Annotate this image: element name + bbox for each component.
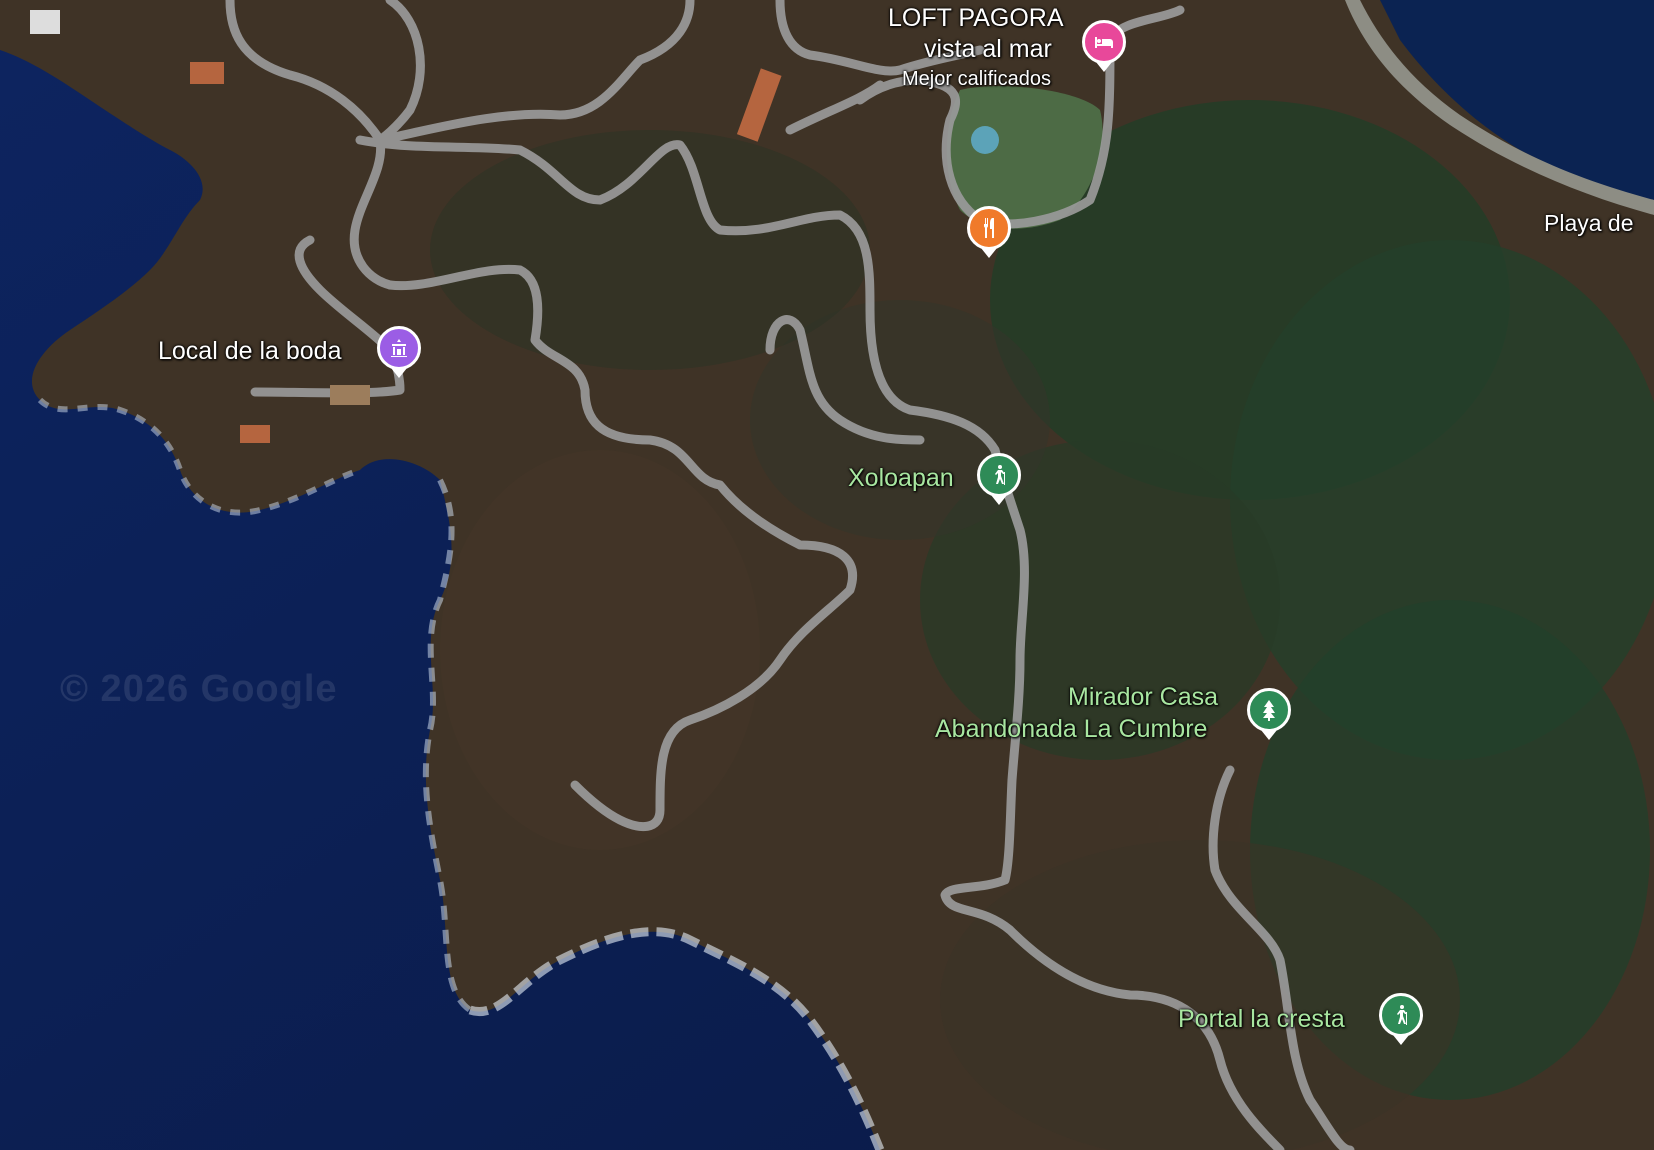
hiker-icon (1397, 1005, 1407, 1025)
hiker-icon (995, 465, 1005, 485)
map-watermark: © 2026 Google (60, 668, 338, 710)
xoloapan-label[interactable]: Xoloapan (848, 464, 954, 493)
loft-pagora-pin[interactable] (1082, 20, 1126, 64)
beach-label[interactable]: Playa de (1544, 210, 1634, 236)
bed-icon (1095, 37, 1113, 48)
loft-pagora-badge: Mejor calificados (902, 68, 1051, 90)
tree-icon (1263, 700, 1275, 721)
fork-knife-icon (984, 218, 994, 238)
map-canvas[interactable]: © 2026 Google LOFT PAGORA vista al mar M… (0, 0, 1654, 1150)
loft-pagora-label-line1[interactable]: LOFT PAGORA (888, 4, 1064, 33)
restaurant-pin[interactable] (967, 206, 1011, 250)
portal-la-cresta-label[interactable]: Portal la cresta (1178, 1005, 1345, 1034)
mirador-label-line1[interactable]: Mirador Casa (1068, 683, 1218, 712)
loft-pagora-label-line2[interactable]: vista al mar (924, 35, 1052, 64)
portal-la-cresta-pin[interactable] (1379, 993, 1423, 1037)
mirador-label-line2[interactable]: Abandonada La Cumbre (935, 715, 1207, 744)
satellite-imagery (0, 0, 1654, 1150)
wedding-venue-pin[interactable] (377, 326, 421, 370)
mirador-pin[interactable] (1247, 688, 1291, 732)
venue-icon (391, 339, 407, 357)
xoloapan-pin[interactable] (977, 453, 1021, 497)
wedding-venue-label[interactable]: Local de la boda (158, 337, 341, 366)
